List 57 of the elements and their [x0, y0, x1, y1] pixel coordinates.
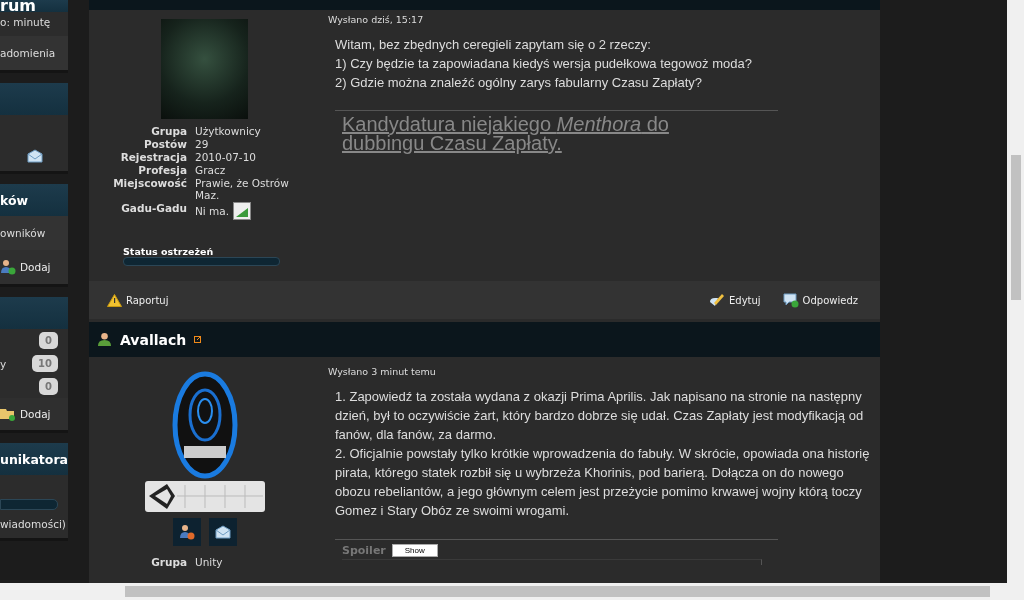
profile-label: Grupa [150, 556, 187, 568]
signature-link[interactable]: Kandydatura niejakiego Menthora do dubbingu Czasu Zapłaty. [342, 115, 742, 153]
user-add-icon [0, 259, 16, 275]
panel-title: rum [0, 0, 36, 12]
profile-label: Miejscowość [112, 177, 187, 191]
post-text: 2) Gdzie można znaleźć ogólny zarys fabularny Czasu Zapłaty? [335, 74, 704, 92]
profile-value: Unity [195, 556, 223, 568]
broken-image-icon [233, 202, 252, 220]
profile-value: 29 [195, 138, 209, 150]
warning-status-label: Status ostrzeżeń [123, 246, 215, 257]
post-text: 2. Oficjalnie powstały tylko krótkie wprowadzenia do fabuły. W skrócie, opowiada ona historię pirata, którego statek rozbił się u wybrzeża Khorinis, pod barierą. Dołącza on do nowego obozu rebeliantów, a jego głównym celem jest przeżycie pomimo krwawej wojny którą toczy Gomez i Stary Obóz ze swoimi wrogami. [335, 445, 870, 520]
profile-value: 2010-07-10 [195, 151, 257, 163]
speech-bubble-icon [782, 292, 799, 308]
reply-link[interactable]: Odpowiedz [782, 292, 858, 308]
profile-label: Postów [142, 138, 187, 150]
author-name[interactable]: Avallach [120, 331, 187, 348]
envelope-icon[interactable] [214, 525, 231, 539]
panel-title: unikatora [0, 451, 68, 467]
panel-header [0, 83, 68, 115]
user-remove-icon [178, 524, 195, 540]
panel-title: ków [0, 192, 29, 208]
profile-value: Ni ma. [195, 205, 230, 217]
edit-link[interactable]: Edytuj [709, 292, 761, 308]
show-button[interactable]: Show [391, 544, 438, 557]
post-date: Wysłano dziś, 15:17 [328, 14, 425, 25]
add-link[interactable]: Dodaj [0, 407, 51, 421]
warning-icon [107, 293, 122, 307]
profile-label: Rejestracja [119, 151, 187, 163]
pencil-icon [709, 292, 725, 308]
post-text: 1) Czy będzie ta zapowiadana kiedyś wersja pudełkowa tegowoż moda? [335, 55, 753, 73]
profile-label: Profesja [137, 164, 187, 176]
ignore-user-button[interactable] [172, 518, 201, 546]
post-date: Wysłano 3 minut temu [328, 366, 437, 377]
add-link[interactable]: Dodaj [0, 259, 51, 275]
profile-label: Gadu-Gadu [120, 202, 187, 216]
stat-label: y [0, 357, 7, 370]
profile-value: Prawie, że Ostrów Maz. [195, 177, 290, 201]
post-text: 1. Zapowiedź ta została wydana z okazji Prima Aprilis. Jak napisano na stronie na następny dzień, był to oczywiście żart, który bardzo dobrze się udał. Czas Zapłaty jest modyfikacją od fanów, dla fanów, za darmo. [335, 388, 865, 444]
envelope-icon[interactable] [27, 149, 43, 163]
user-icon [97, 332, 112, 347]
count-badge: 0 [39, 332, 58, 349]
profile-value: Gracz [195, 164, 226, 176]
profile-label: Grupa [150, 125, 187, 137]
horizontal-scrollbar[interactable] [0, 583, 1024, 600]
external-link-icon[interactable] [194, 336, 202, 343]
profile-value: Użytkownicy [195, 125, 261, 137]
report-link[interactable]: Raportuj [107, 293, 169, 307]
count-badge: 0 [39, 378, 58, 395]
message-button[interactable] [208, 518, 237, 546]
panel-header [0, 297, 68, 329]
spoiler-label: Spoiler [342, 544, 386, 557]
post-text: Witam, bez zbędnych ceregieli zapytam się o 2 rzeczy: [335, 36, 652, 54]
sidebar-text: wiadomości) [0, 518, 66, 530]
folder-add-icon [0, 407, 16, 421]
vertical-scrollbar[interactable] [1007, 0, 1024, 583]
sidebar-text: o: minutę [0, 16, 51, 28]
count-badge: 10 [32, 355, 58, 372]
